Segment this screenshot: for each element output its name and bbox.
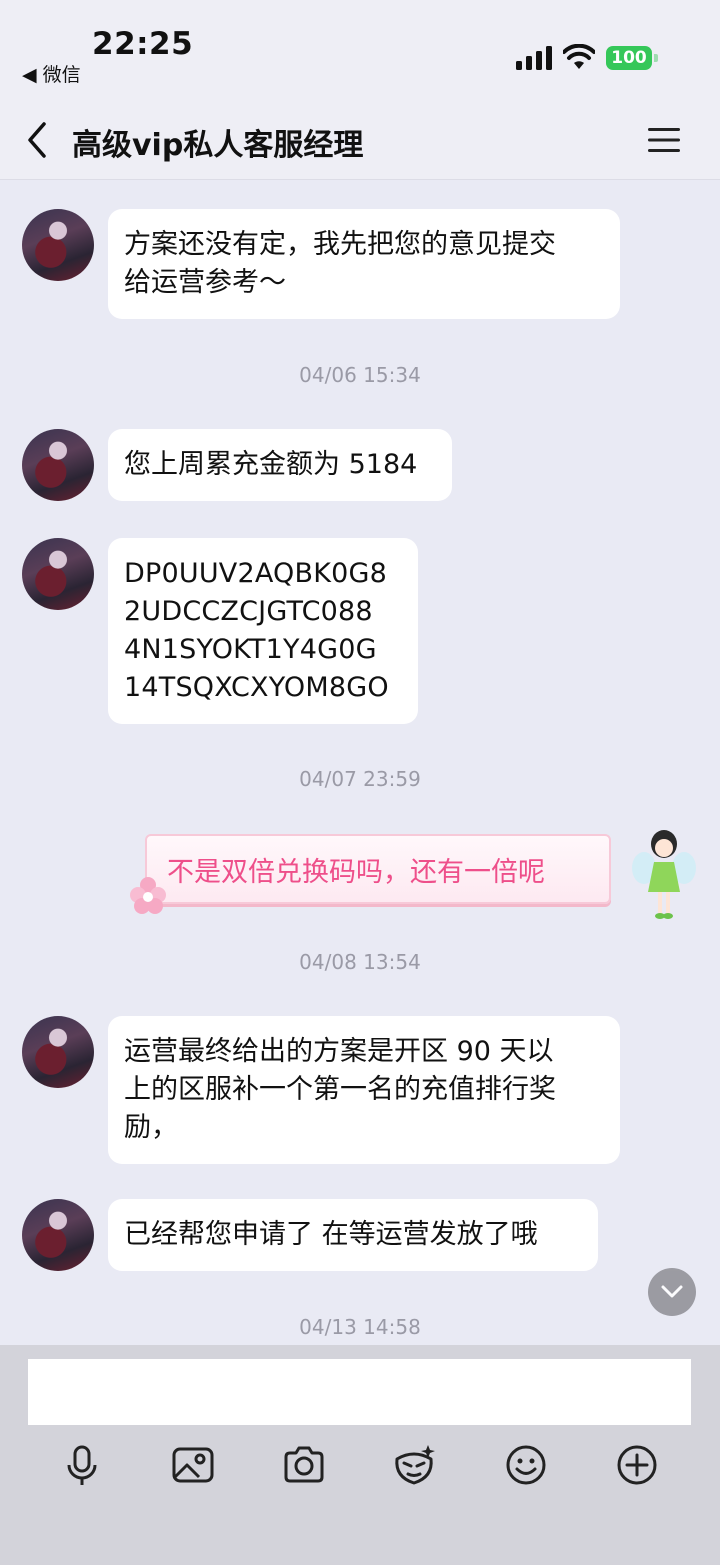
message-line: 励， (124, 1112, 178, 1143)
status-time: 22:25 (92, 26, 194, 62)
plus-icon[interactable] (613, 1441, 661, 1489)
message-line: 上的区服补一个第一名的充值排行奖 (124, 1074, 556, 1105)
user-avatar-fairy-icon[interactable] (630, 826, 698, 922)
message-line: 4N1SYOKT1Y4G0G (124, 634, 377, 665)
message-line: 14TSQXCXYOM8GO (124, 672, 389, 703)
message-line: 2UDCCZCJGTC088 (124, 596, 373, 627)
chat-message-list[interactable]: 方案还没有定，我先把您的意见提交 给运营参考～ 04/06 15:34 您上周累… (0, 181, 720, 1345)
scroll-to-bottom-button[interactable] (648, 1268, 696, 1316)
message-timestamp: 04/13 14:58 (299, 1315, 421, 1339)
battery-indicator: 100 (606, 46, 658, 70)
image-icon[interactable] (169, 1441, 217, 1489)
emoji-icon[interactable] (502, 1441, 550, 1489)
microphone-icon[interactable] (58, 1441, 106, 1489)
battery-nub (654, 54, 658, 62)
battery-level: 100 (606, 46, 652, 70)
menu-icon[interactable] (646, 122, 682, 158)
chat-title: 高级vip私人客服经理 (72, 128, 364, 163)
agent-avatar[interactable] (22, 429, 94, 501)
agent-avatar[interactable] (22, 538, 94, 610)
message-bubble[interactable]: 方案还没有定，我先把您的意见提交 给运营参考～ (108, 209, 620, 319)
back-to-app-link[interactable]: ◀ 微信 (22, 60, 81, 87)
message-bubble[interactable]: 运营最终给出的方案是开区 90 天以 上的区服补一个第一名的充值排行奖 励， (108, 1016, 620, 1164)
message-timestamp: 04/07 23:59 (299, 767, 421, 791)
message-bubble[interactable]: 您上周累充金额为 5184 (108, 429, 452, 501)
message-timestamp: 04/06 15:34 (299, 363, 421, 387)
message-line: 给运营参考～ (124, 267, 286, 298)
message-timestamp: 04/08 13:54 (299, 950, 421, 974)
agent-avatar[interactable] (22, 209, 94, 281)
message-line: 您上周累充金额为 5184 (124, 449, 418, 480)
cellular-signal-icon (516, 46, 552, 70)
message-line: 运营最终给出的方案是开区 90 天以 (124, 1036, 554, 1067)
sticker-icon[interactable] (390, 1441, 438, 1489)
camera-icon[interactable] (280, 1441, 328, 1489)
message-line: 已经帮您申请了 在等运营发放了哦 (124, 1219, 538, 1250)
message-input[interactable] (28, 1359, 691, 1425)
message-bubble[interactable]: DP0UUV2AQBK0G8 2UDCCZCJGTC088 4N1SYOKT1Y… (108, 538, 418, 724)
outgoing-message-bubble[interactable]: 不是双倍兑换码吗，还有一倍呢 (145, 834, 611, 904)
status-bar: 22:25 ◀ 微信 100 (0, 0, 720, 100)
chat-header: 高级vip私人客服经理 (0, 100, 720, 180)
message-line: 方案还没有定，我先把您的意见提交 (124, 229, 556, 260)
wifi-icon (563, 44, 595, 69)
message-line: DP0UUV2AQBK0G8 (124, 558, 387, 589)
chevron-down-icon (661, 1285, 683, 1298)
message-bubble[interactable]: 已经帮您申请了 在等运营发放了哦 (108, 1199, 598, 1271)
back-chevron-icon[interactable] (22, 118, 52, 162)
message-line: 不是双倍兑换码吗，还有一倍呢 (167, 857, 545, 888)
agent-avatar[interactable] (22, 1016, 94, 1088)
message-composer (0, 1345, 720, 1565)
agent-avatar[interactable] (22, 1199, 94, 1271)
flower-decoration-icon (130, 877, 166, 914)
